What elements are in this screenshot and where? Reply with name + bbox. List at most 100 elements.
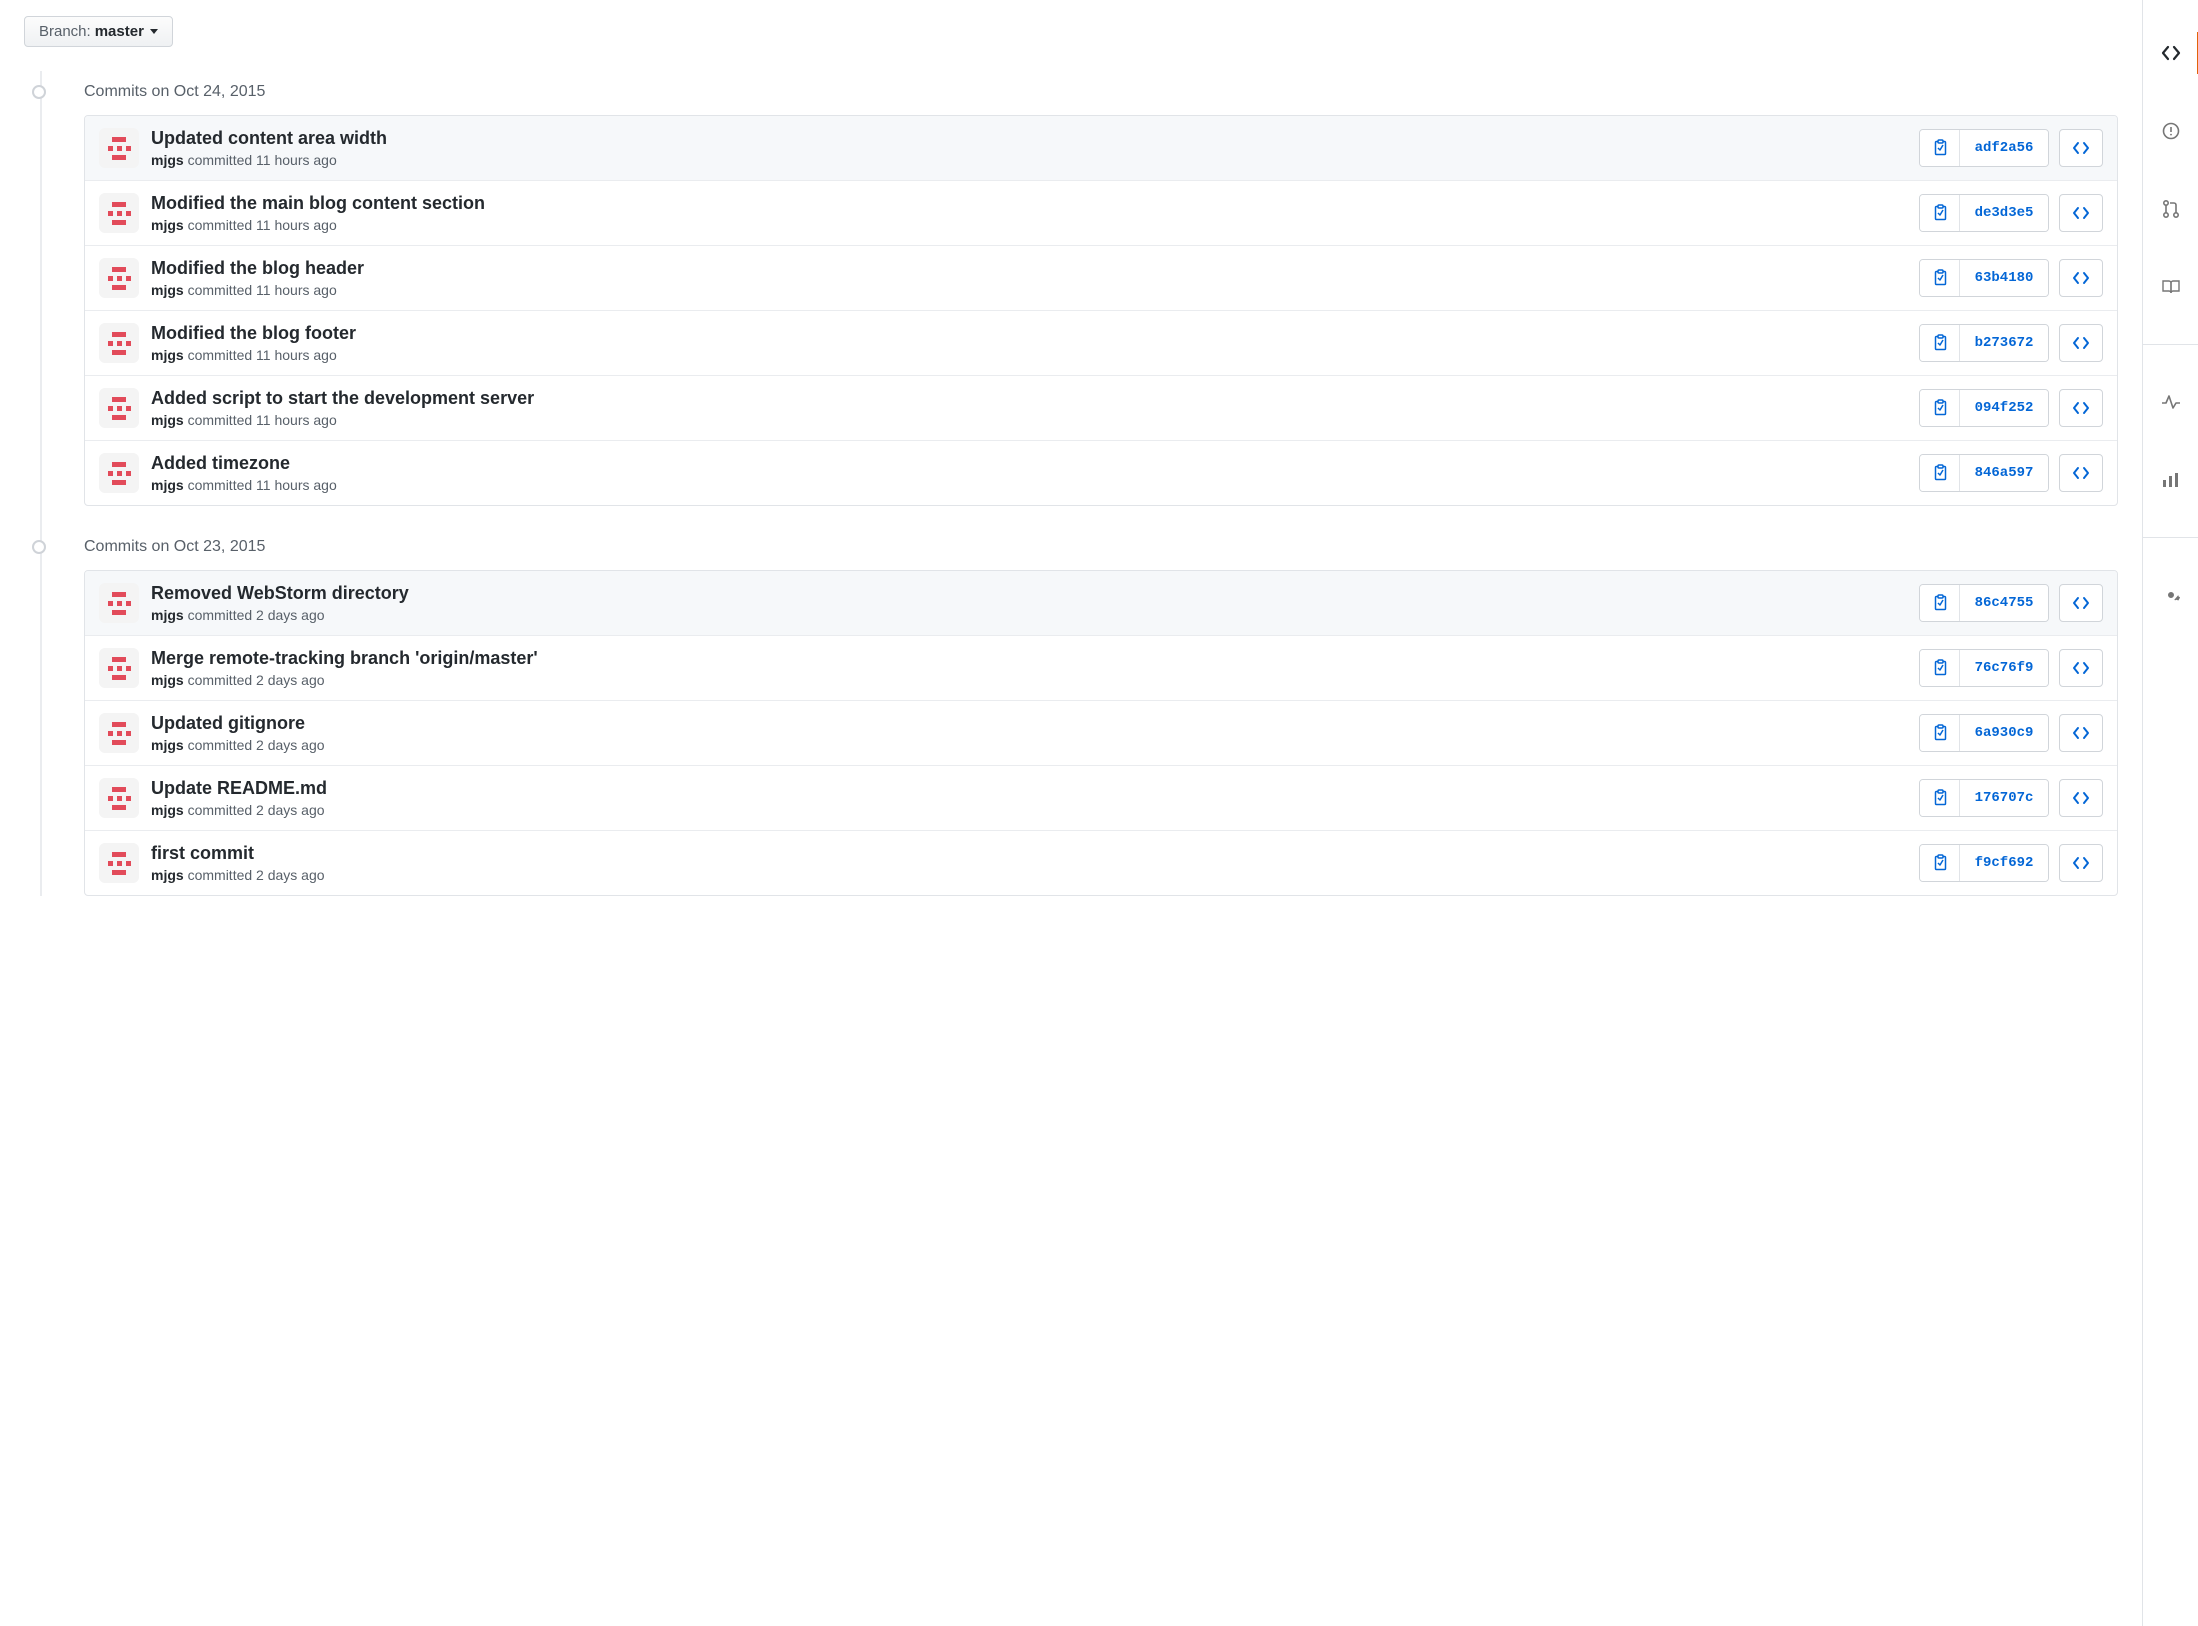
nav-wiki[interactable] [2143, 262, 2198, 312]
commit-hash-group: 6a930c9 [1919, 714, 2049, 752]
commit-author-link[interactable]: mjgs [151, 737, 184, 753]
commit-title-link[interactable]: Modified the main blog content section [151, 193, 1907, 215]
commit-actions: f9cf692 [1919, 844, 2103, 882]
commit-hash-link[interactable]: 86c4755 [1960, 585, 2048, 621]
commit-title-link[interactable]: Modified the blog header [151, 258, 1907, 280]
branch-name: master [95, 23, 144, 40]
commit-hash-group: b273672 [1919, 324, 2049, 362]
commit-title-link[interactable]: Merge remote-tracking branch 'origin/mas… [151, 648, 1907, 670]
commit-author-link[interactable]: mjgs [151, 607, 184, 623]
commit-title-link[interactable]: first commit [151, 843, 1907, 865]
nav-pulse[interactable] [2143, 377, 2198, 427]
commit-hash-link[interactable]: de3d3e5 [1960, 195, 2048, 231]
commit-meta: mjgs committed 11 hours ago [151, 477, 1907, 493]
nav-settings[interactable] [2143, 570, 2198, 620]
branch-label: Branch: [39, 23, 91, 40]
commit-author-link[interactable]: mjgs [151, 477, 184, 493]
copy-hash-button[interactable] [1920, 195, 1960, 231]
commit-hash-link[interactable]: 094f252 [1960, 390, 2048, 426]
commit-body: Added script to start the development se… [151, 388, 1907, 428]
copy-hash-button[interactable] [1920, 650, 1960, 686]
clipboard-icon [1932, 204, 1948, 222]
avatar [99, 583, 139, 623]
commit-hash-link[interactable]: f9cf692 [1960, 845, 2048, 881]
copy-hash-button[interactable] [1920, 260, 1960, 296]
commit-title-link[interactable]: Removed WebStorm directory [151, 583, 1907, 605]
commit-hash-link[interactable]: adf2a56 [1960, 130, 2048, 166]
commit-hash-link[interactable]: 6a930c9 [1960, 715, 2048, 751]
commit-title-link[interactable]: Added script to start the development se… [151, 388, 1907, 410]
commit-author-link[interactable]: mjgs [151, 347, 184, 363]
commit-actions: b273672 [1919, 324, 2103, 362]
clipboard-icon [1932, 854, 1948, 872]
browse-repo-button[interactable] [2059, 389, 2103, 427]
browse-repo-button[interactable] [2059, 259, 2103, 297]
commit-title-link[interactable]: Updated content area width [151, 128, 1907, 150]
commit-hash-link[interactable]: 176707c [1960, 780, 2048, 816]
repo-side-nav [2142, 0, 2198, 1626]
commit-item: Modified the blog footer mjgs committed … [85, 310, 2117, 375]
commit-hash-link[interactable]: 63b4180 [1960, 260, 2048, 296]
code-icon [2072, 791, 2090, 805]
commit-list: Updated content area width mjgs committe… [84, 115, 2118, 506]
copy-hash-button[interactable] [1920, 845, 1960, 881]
code-icon [2072, 726, 2090, 740]
nav-pull-requests[interactable] [2143, 184, 2198, 234]
book-icon [2161, 279, 2181, 295]
git-pull-request-icon [2162, 199, 2180, 219]
copy-hash-button[interactable] [1920, 780, 1960, 816]
browse-repo-button[interactable] [2059, 324, 2103, 362]
commit-actions: 094f252 [1919, 389, 2103, 427]
copy-hash-button[interactable] [1920, 130, 1960, 166]
commit-title-link[interactable]: Updated gitignore [151, 713, 1907, 735]
copy-hash-button[interactable] [1920, 585, 1960, 621]
commit-author-link[interactable]: mjgs [151, 672, 184, 688]
clipboard-icon [1932, 464, 1948, 482]
commit-item: Updated gitignore mjgs committed 2 days … [85, 700, 2117, 765]
chevron-down-icon [150, 29, 158, 34]
nav-code[interactable] [2143, 28, 2198, 78]
commit-author-link[interactable]: mjgs [151, 802, 184, 818]
commit-title-link[interactable]: Update README.md [151, 778, 1907, 800]
commit-hash-link[interactable]: b273672 [1960, 325, 2048, 361]
nav-issues[interactable] [2143, 106, 2198, 156]
commit-title-link[interactable]: Modified the blog footer [151, 323, 1907, 345]
nav-graphs[interactable] [2143, 455, 2198, 505]
copy-hash-button[interactable] [1920, 715, 1960, 751]
commit-hash-link[interactable]: 76c76f9 [1960, 650, 2048, 686]
commit-hash-link[interactable]: 846a597 [1960, 455, 2048, 491]
commit-author-link[interactable]: mjgs [151, 282, 184, 298]
copy-hash-button[interactable] [1920, 325, 1960, 361]
commit-item: Added script to start the development se… [85, 375, 2117, 440]
commit-body: Modified the blog footer mjgs committed … [151, 323, 1907, 363]
commit-author-link[interactable]: mjgs [151, 217, 184, 233]
commit-author-link[interactable]: mjgs [151, 867, 184, 883]
browse-repo-button[interactable] [2059, 129, 2103, 167]
commit-list: Removed WebStorm directory mjgs committe… [84, 570, 2118, 896]
clipboard-icon [1932, 659, 1948, 677]
browse-repo-button[interactable] [2059, 844, 2103, 882]
branch-selector[interactable]: Branch: master [24, 16, 173, 47]
code-icon [2072, 336, 2090, 350]
commit-author-link[interactable]: mjgs [151, 152, 184, 168]
browse-repo-button[interactable] [2059, 779, 2103, 817]
commit-time: committed 2 days ago [188, 672, 325, 688]
browse-repo-button[interactable] [2059, 194, 2103, 232]
avatar [99, 648, 139, 688]
browse-repo-button[interactable] [2059, 714, 2103, 752]
browse-repo-button[interactable] [2059, 649, 2103, 687]
code-icon [2072, 596, 2090, 610]
commit-actions: 86c4755 [1919, 584, 2103, 622]
copy-hash-button[interactable] [1920, 390, 1960, 426]
code-icon [2072, 401, 2090, 415]
commit-author-link[interactable]: mjgs [151, 412, 184, 428]
commit-title-link[interactable]: Added timezone [151, 453, 1907, 475]
commit-body: Added timezone mjgs committed 11 hours a… [151, 453, 1907, 493]
copy-hash-button[interactable] [1920, 455, 1960, 491]
clipboard-icon [1932, 399, 1948, 417]
browse-repo-button[interactable] [2059, 454, 2103, 492]
commit-meta: mjgs committed 11 hours ago [151, 412, 1907, 428]
code-icon [2072, 141, 2090, 155]
browse-repo-button[interactable] [2059, 584, 2103, 622]
commit-time: committed 2 days ago [188, 867, 325, 883]
